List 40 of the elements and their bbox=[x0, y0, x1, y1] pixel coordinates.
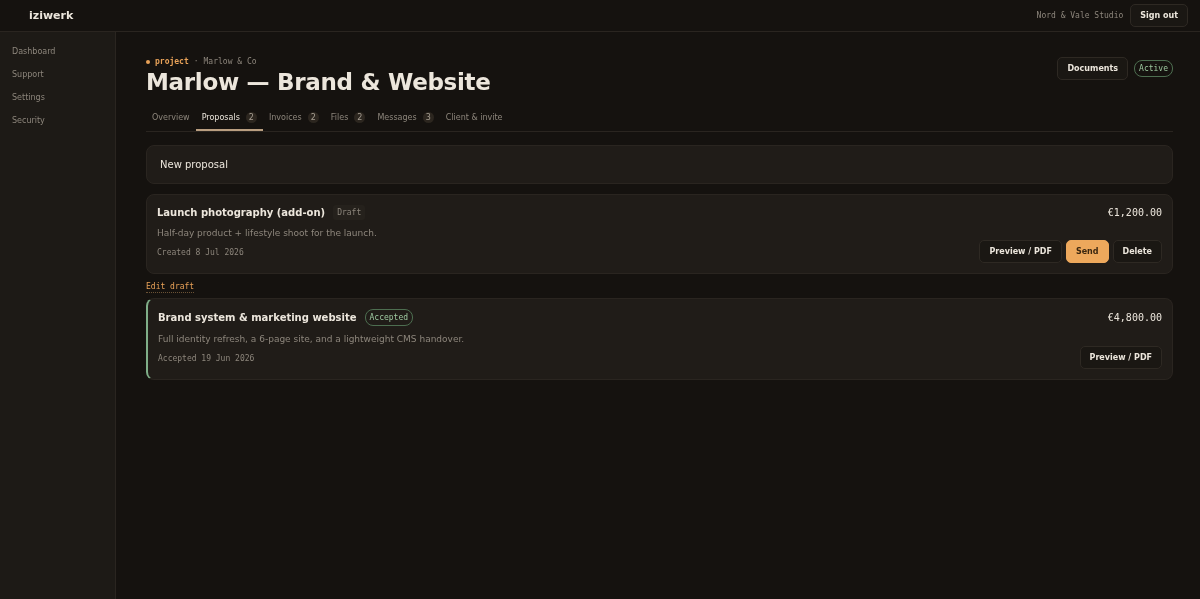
tab[interactable]: Messages 3 bbox=[371, 107, 440, 131]
status-tag: Accepted bbox=[364, 309, 414, 326]
proposal-action-button[interactable]: Delete bbox=[1112, 240, 1162, 263]
tab[interactable]: Invoices 2 bbox=[262, 107, 325, 131]
proposal-description: Full identity refresh, a 6-page site, and a lightweight CMS handover. bbox=[158, 334, 466, 344]
proposal-date: Accepted 19 Jun 2026 bbox=[158, 354, 255, 365]
proposal-date: Created 8 Jul 2026 bbox=[157, 248, 244, 259]
count-badge: 2 bbox=[307, 112, 319, 123]
proposal-amount: €1,200.00 bbox=[1107, 207, 1162, 218]
proposal-amount: €4,800.00 bbox=[1107, 312, 1162, 323]
status-tag: Draft bbox=[333, 205, 366, 220]
client-name: Marlow & Co bbox=[203, 57, 257, 66]
new-proposal-button[interactable]: New proposal bbox=[146, 145, 1173, 184]
tab[interactable]: Proposals 2 bbox=[195, 107, 263, 131]
status-badge: Active bbox=[1134, 60, 1173, 77]
sidebar-item[interactable]: Settings bbox=[0, 92, 115, 104]
proposal-title: Launch photography (add-on) bbox=[157, 207, 326, 218]
proposal-action-button[interactable]: Send bbox=[1065, 240, 1109, 263]
count-badge: 3 bbox=[422, 112, 434, 123]
edit-draft-link[interactable]: Edit draft bbox=[146, 282, 195, 293]
documents-button[interactable]: Documents bbox=[1057, 57, 1129, 80]
sidebar-item[interactable]: Dashboard bbox=[0, 46, 115, 58]
project-label: project bbox=[155, 57, 189, 66]
separator: · bbox=[193, 57, 199, 66]
page-title: Marlow — Brand & Website bbox=[146, 69, 491, 95]
brand-logo[interactable]: iziwerk bbox=[29, 9, 74, 22]
proposal-title: Brand system & marketing website bbox=[158, 312, 357, 323]
sidebar-item[interactable]: Security bbox=[0, 115, 115, 127]
studio-name: Nord & Vale Studio bbox=[1036, 11, 1124, 20]
proposal-action-button[interactable]: Preview / PDF bbox=[1079, 346, 1162, 369]
proposal-description: Half-day product + lifestyle shoot for the launch. bbox=[157, 228, 378, 238]
sidebar-item[interactable]: Support bbox=[0, 69, 115, 81]
status-dot-icon bbox=[146, 59, 150, 64]
proposal-action-button[interactable]: Preview / PDF bbox=[979, 240, 1062, 263]
tab[interactable]: Client & invite bbox=[439, 107, 509, 131]
count-badge: 2 bbox=[354, 112, 366, 123]
tab[interactable]: Overview bbox=[146, 107, 196, 131]
tab[interactable]: Files 2 bbox=[324, 107, 372, 131]
sign-out-button[interactable]: Sign out bbox=[1130, 4, 1188, 27]
count-badge: 2 bbox=[245, 112, 257, 123]
